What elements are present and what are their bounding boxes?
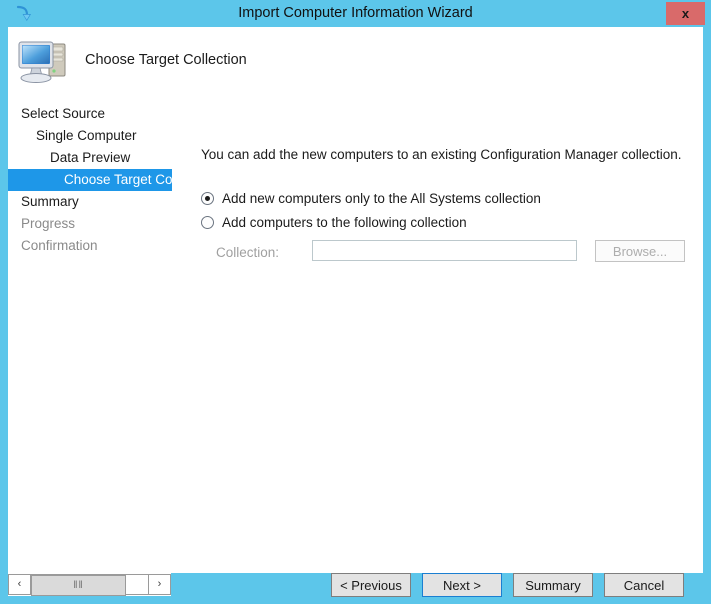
radio-add-to-following-collection[interactable]: Add computers to the following collectio…	[201, 215, 467, 230]
previous-button[interactable]: < Previous	[331, 573, 411, 597]
radio-add-to-all-systems[interactable]: Add new computers only to the All System…	[201, 191, 541, 206]
scroll-left-icon[interactable]: ‹	[8, 574, 31, 595]
nav-item-label: Summary	[21, 194, 79, 209]
nav-item-select-source[interactable]: Select Source	[8, 103, 173, 125]
nav-item-single-computer[interactable]: Single Computer	[8, 125, 173, 147]
nav-item-label: Choose Target Collection	[64, 172, 172, 187]
nav-item-label: Data Preview	[50, 150, 131, 165]
intro-text: You can add the new computers to an exis…	[201, 147, 682, 162]
main-pane: You can add the new computers to an exis…	[191, 27, 703, 573]
collection-label: Collection:	[216, 245, 280, 260]
wizard-window: Import Computer Information Wizard x Cho…	[0, 0, 711, 604]
scrollbar-thumb[interactable]: ‖‖	[31, 575, 126, 596]
scrollbar-track[interactable]: ‖‖	[31, 574, 148, 596]
window-title: Import Computer Information Wizard	[238, 5, 473, 21]
nav-item-label: Confirmation	[21, 238, 98, 253]
computer-icon	[16, 36, 74, 86]
close-icon: x	[681, 6, 690, 21]
collection-input[interactable]	[312, 240, 577, 261]
cancel-button[interactable]: Cancel	[604, 573, 684, 597]
nav-item-label: Single Computer	[36, 128, 137, 143]
browse-button[interactable]: Browse...	[595, 240, 685, 262]
scroll-right-icon[interactable]: ›	[148, 574, 171, 595]
radio-label: Add computers to the following collectio…	[222, 215, 467, 230]
wizard-nav: Select Source Single Computer Data Previ…	[8, 103, 173, 257]
radio-label: Add new computers only to the All System…	[222, 191, 541, 206]
radio-unselected-icon[interactable]	[201, 216, 214, 229]
close-button[interactable]: x	[666, 2, 705, 25]
scrollbar-grip-icon: ‖‖	[73, 579, 84, 591]
nav-item-progress[interactable]: Progress	[8, 213, 173, 235]
summary-button[interactable]: Summary	[513, 573, 593, 597]
nav-item-data-preview[interactable]: Data Preview	[8, 147, 173, 169]
horizontal-scrollbar[interactable]: ‹ ‖‖ ›	[8, 573, 171, 596]
nav-item-confirmation[interactable]: Confirmation	[8, 235, 173, 257]
nav-item-label: Select Source	[21, 106, 106, 121]
title-bar: Import Computer Information Wizard x	[0, 0, 711, 27]
client-area: Choose Target Collection Select Source S…	[8, 27, 703, 597]
next-button[interactable]: Next >	[422, 573, 502, 597]
nav-item-label: Progress	[21, 216, 76, 231]
radio-selected-icon[interactable]	[201, 192, 214, 205]
nav-item-summary[interactable]: Summary	[8, 191, 173, 213]
nav-item-choose-target-collection[interactable]: Choose Target Collection	[8, 169, 172, 191]
